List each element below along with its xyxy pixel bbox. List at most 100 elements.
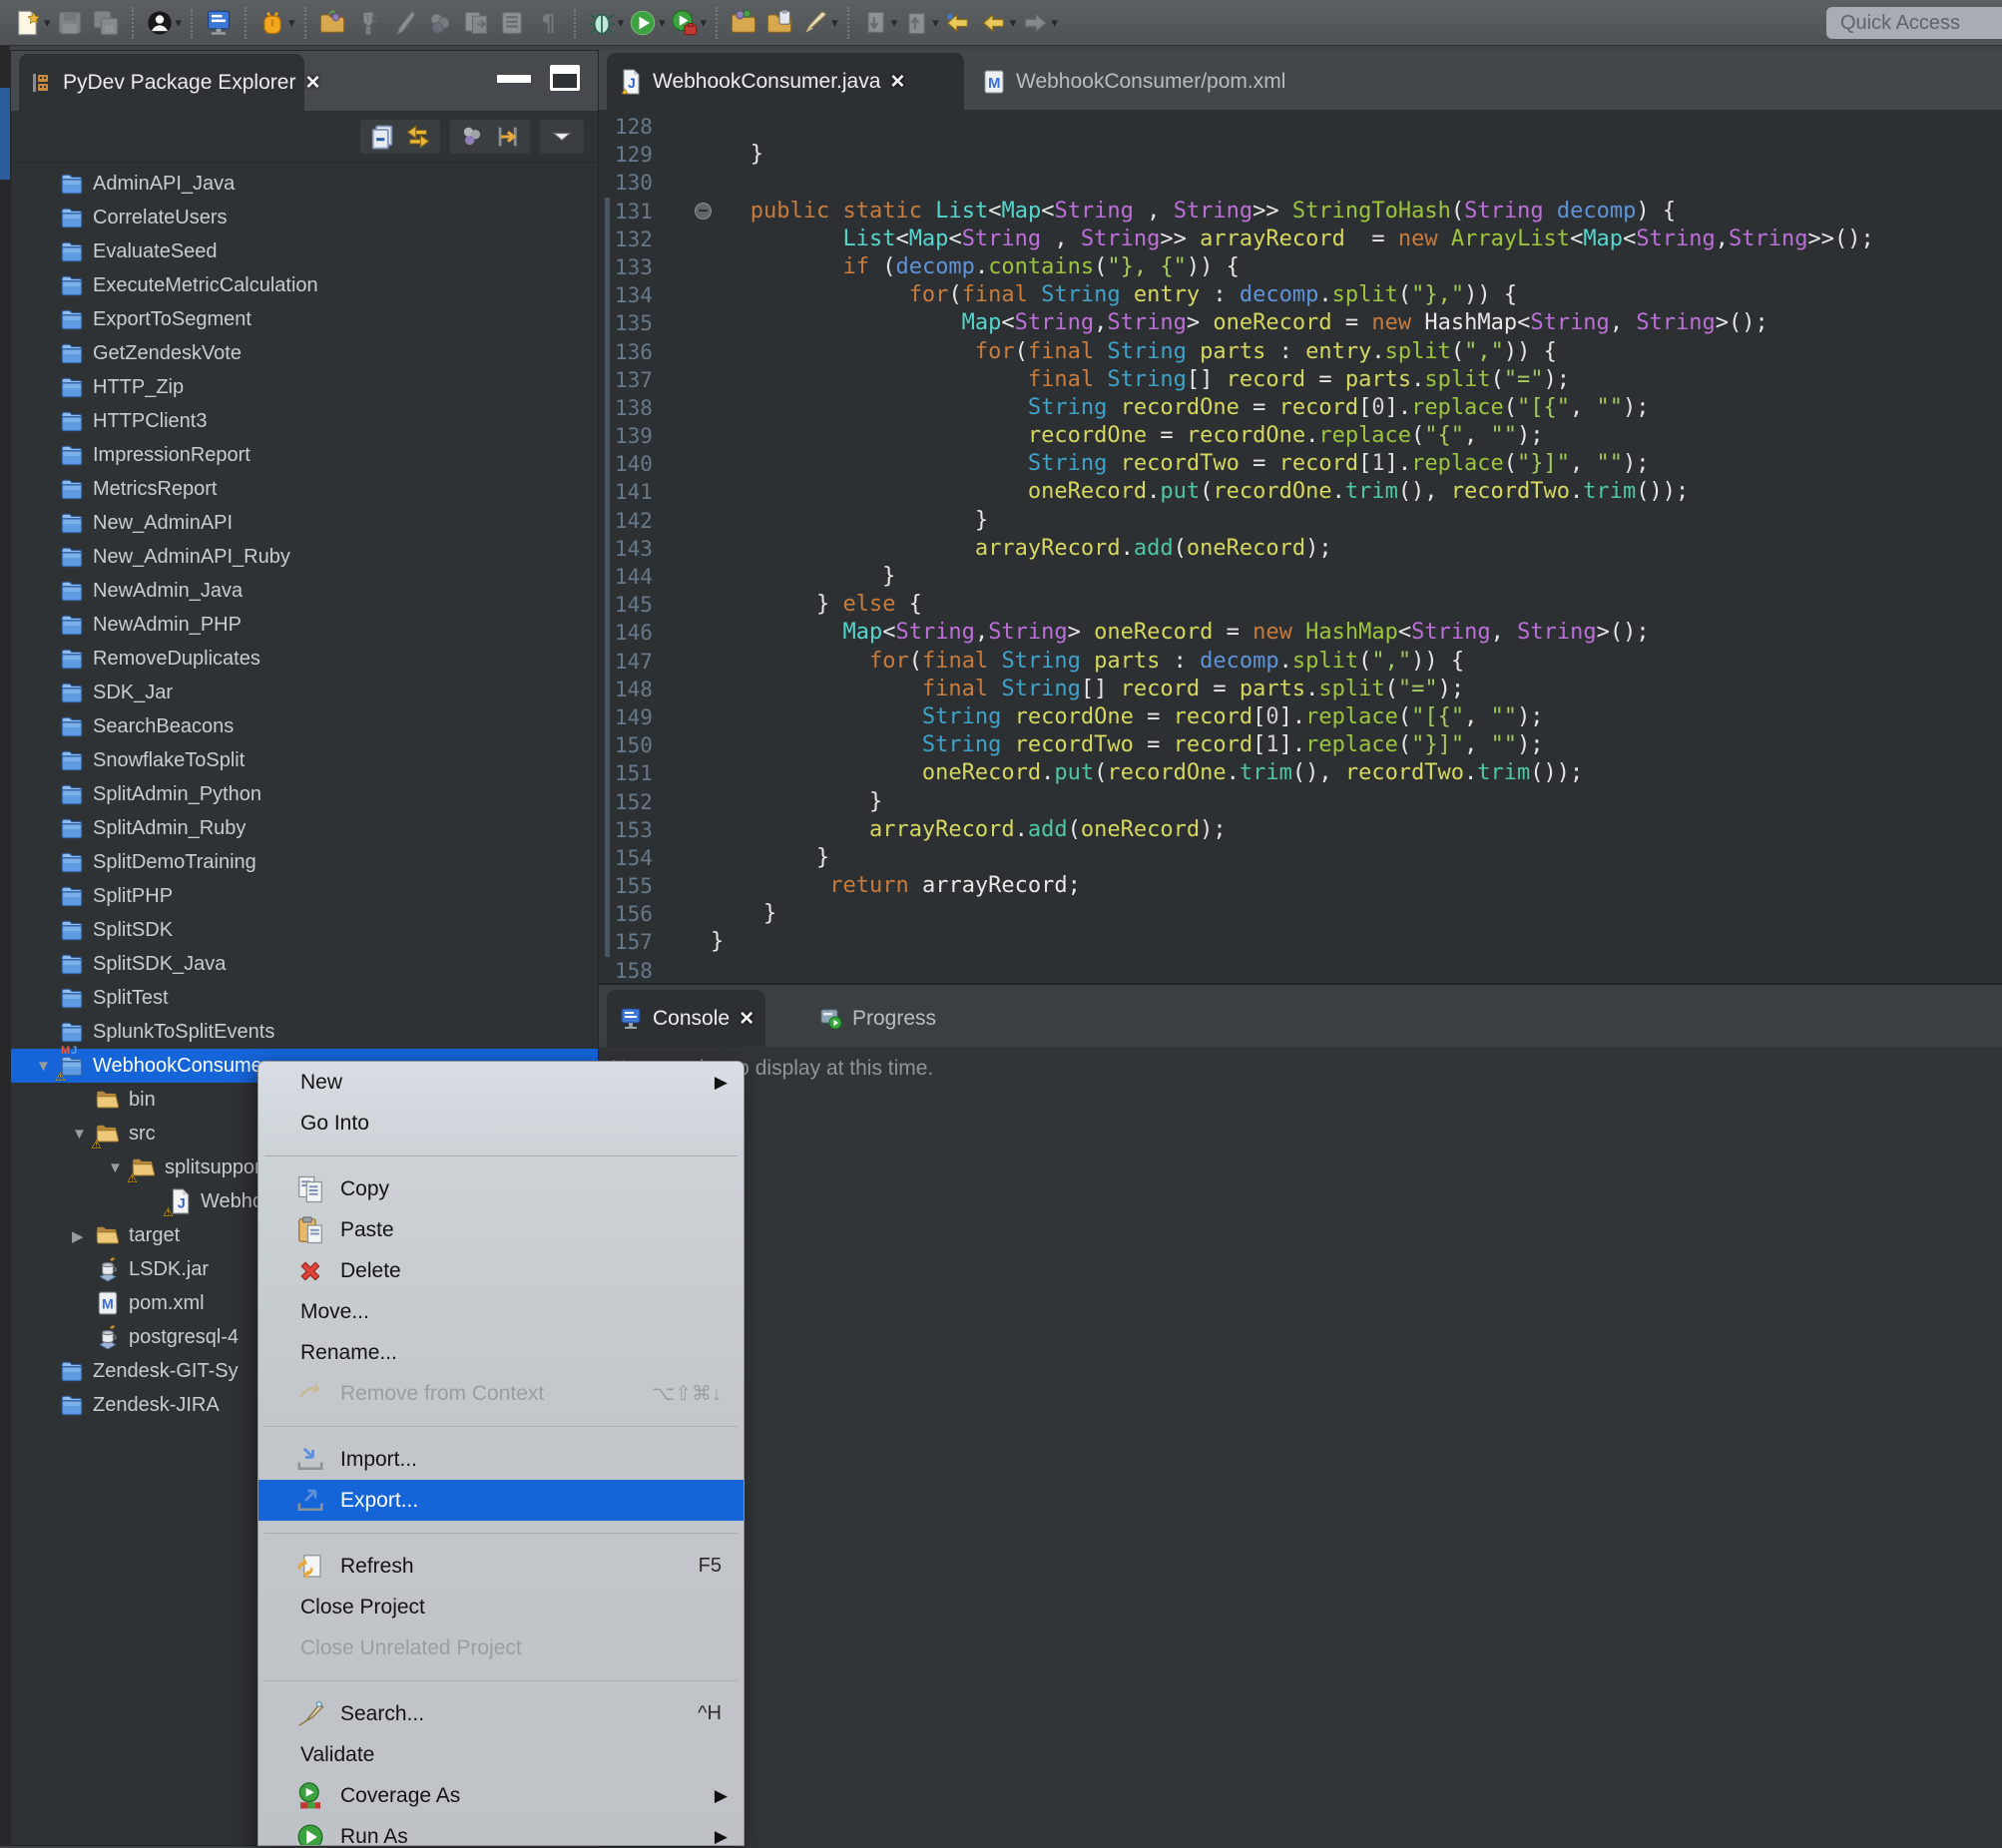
- menu-item-go-into[interactable]: Go Into: [258, 1103, 744, 1144]
- user-profile-icon[interactable]: [145, 8, 175, 38]
- tree-item-splitphp[interactable]: SplitPHP: [11, 879, 598, 913]
- tree-item-newadmin-php[interactable]: NewAdmin_PHP: [11, 608, 598, 642]
- run-icon[interactable]: [628, 8, 658, 38]
- tree-item-newadmin-java[interactable]: NewAdmin_Java: [11, 574, 598, 608]
- ofolder-icon: [95, 1087, 121, 1113]
- proj-icon: [59, 340, 85, 366]
- tree-item-splitsdk[interactable]: SplitSDK: [11, 913, 598, 947]
- link-with-editor-icon[interactable]: [403, 122, 433, 152]
- tree-item-splunktosplitevents[interactable]: SplunkToSplitEvents: [11, 1015, 598, 1049]
- split-tool-icon[interactable]: [257, 8, 287, 38]
- tab-progress[interactable]: Progress: [806, 990, 948, 1047]
- remote-console-icon[interactable]: [204, 8, 234, 38]
- menu-item-refresh[interactable]: RefreshF5: [258, 1546, 744, 1587]
- code-editor[interactable]: 128129 }130131 public static List<Map<St…: [599, 110, 2002, 983]
- user-profile-dropdown-icon[interactable]: ▾: [176, 15, 183, 31]
- menu-item-import[interactable]: Import...: [258, 1439, 744, 1480]
- tree-item-getzendeskvote[interactable]: GetZendeskVote: [11, 336, 598, 370]
- editor-tabstrip: J WebhookConsumer.java × M WebhookConsum…: [599, 50, 2002, 110]
- tree-item-snowflaketosplit[interactable]: SnowflakeToSplit: [11, 743, 598, 777]
- new-wizard-dropdown-icon[interactable]: ▾: [44, 15, 51, 31]
- tree-item-splittest[interactable]: SplitTest: [11, 981, 598, 1015]
- tree-item-adminapi-java[interactable]: AdminAPI_Java: [11, 167, 598, 201]
- menu-item-move[interactable]: Move...: [258, 1291, 744, 1332]
- collapse-arrow-icon[interactable]: ▼: [72, 1126, 87, 1143]
- code-line-133: 133 if (decomp.contains("}, {")) {: [599, 253, 2002, 281]
- last-edit-location-icon[interactable]: [943, 8, 973, 38]
- tab-webhookconsumer-java[interactable]: J WebhookConsumer.java ×: [607, 53, 964, 110]
- tree-item-splitadmin-python[interactable]: SplitAdmin_Python: [11, 777, 598, 811]
- collapse-arrow-icon[interactable]: ▼: [108, 1159, 123, 1176]
- tree-item-impressionreport[interactable]: ImpressionReport: [11, 438, 598, 472]
- tree-item-splitsdk-java[interactable]: SplitSDK_Java: [11, 947, 598, 981]
- menu-item-validate[interactable]: Validate: [258, 1734, 744, 1775]
- explorer-title: PyDev Package Explorer: [63, 71, 295, 95]
- tree-item-new-adminapi[interactable]: New_AdminAPI: [11, 506, 598, 540]
- tree-item-removeduplicates[interactable]: RemoveDuplicates: [11, 642, 598, 676]
- back-history-icon[interactable]: [979, 8, 1009, 38]
- tree-item-searchbeacons[interactable]: SearchBeacons: [11, 709, 598, 743]
- tree-item-sdk-jar[interactable]: SDK_Jar: [11, 676, 598, 709]
- menu-item-search[interactable]: Search...^H: [258, 1693, 744, 1734]
- mark-occurrences-icon[interactable]: [800, 8, 830, 38]
- debug-icon[interactable]: [587, 8, 617, 38]
- tree-item-label: SearchBeacons: [93, 715, 234, 738]
- open-task-icon[interactable]: [764, 8, 794, 38]
- line-number: 134: [599, 281, 691, 309]
- forward-history-dropdown-icon[interactable]: ▾: [1051, 15, 1058, 31]
- close-explorer-icon[interactable]: ×: [305, 71, 319, 95]
- menu-item-export[interactable]: Export...: [258, 1480, 744, 1521]
- tab-pydev-package-explorer[interactable]: PyDev Package Explorer ×: [19, 54, 304, 111]
- tab-console[interactable]: Console ×: [607, 990, 765, 1047]
- new-wizard-icon[interactable]: [13, 8, 43, 38]
- filters-icon[interactable]: [493, 122, 523, 152]
- open-run-config-icon[interactable]: [729, 8, 758, 38]
- menu-item-delete[interactable]: Delete: [258, 1250, 744, 1291]
- close-tab-icon[interactable]: ×: [890, 70, 904, 94]
- menu-item-close-project[interactable]: Close Project: [258, 1587, 744, 1627]
- tree-item-splitdemotraining[interactable]: SplitDemoTraining: [11, 845, 598, 879]
- collapse-arrow-icon[interactable]: ▼: [36, 1058, 51, 1075]
- menu-item-new[interactable]: New▶: [258, 1062, 744, 1103]
- tab-pom-xml[interactable]: M WebhookConsumer/pom.xml: [970, 53, 1261, 110]
- profile-dropdown-icon[interactable]: ▾: [701, 15, 708, 31]
- proj-icon: [59, 510, 85, 536]
- next-annotation-dropdown-icon[interactable]: ▾: [891, 15, 898, 31]
- menu-item-paste[interactable]: Paste: [258, 1209, 744, 1250]
- tree-item-httpclient3[interactable]: HTTPClient3: [11, 404, 598, 438]
- code-line-144: 144 }: [599, 563, 2002, 591]
- remove-icon: [294, 1378, 326, 1410]
- view-menu-icon[interactable]: [547, 122, 577, 152]
- coverage-icon: [294, 1780, 326, 1812]
- debug-dropdown-icon[interactable]: ▾: [618, 15, 625, 31]
- collapse-all-icon[interactable]: [367, 122, 397, 152]
- line-annotation-marker[interactable]: [695, 203, 712, 220]
- expand-arrow-icon[interactable]: ▶: [72, 1227, 84, 1245]
- menu-item-copy[interactable]: Copy: [258, 1168, 744, 1209]
- tree-item-evaluateseed[interactable]: EvaluateSeed: [11, 234, 598, 268]
- back-history-dropdown-icon[interactable]: ▾: [1010, 15, 1017, 31]
- mark-occurrences-dropdown-icon[interactable]: ▾: [831, 15, 838, 31]
- tree-item-correlateusers[interactable]: CorrelateUsers: [11, 201, 598, 234]
- maximize-panel-button[interactable]: [550, 65, 580, 91]
- profile-icon[interactable]: [670, 8, 700, 38]
- code-line-131: 131 public static List<Map<String , Stri…: [599, 198, 2002, 226]
- menu-item-coverage-as[interactable]: Coverage As▶: [258, 1775, 744, 1816]
- tree-item-exporttosegment[interactable]: ExportToSegment: [11, 302, 598, 336]
- split-tool-dropdown-icon[interactable]: ▾: [288, 15, 295, 31]
- tree-item-http-zip[interactable]: HTTP_Zip: [11, 370, 598, 404]
- tree-item-metricsreport[interactable]: MetricsReport: [11, 472, 598, 506]
- run-dropdown-icon[interactable]: ▾: [659, 15, 666, 31]
- menu-item-run-as[interactable]: Run As▶: [258, 1816, 744, 1846]
- tree-item-executemetriccalculation[interactable]: ExecuteMetricCalculation: [11, 268, 598, 302]
- open-resource-folder-icon[interactable]: [317, 8, 347, 38]
- prev-annotation-dropdown-icon[interactable]: ▾: [932, 15, 939, 31]
- tree-item-splitadmin-ruby[interactable]: SplitAdmin_Ruby: [11, 811, 598, 845]
- customize-view-icon[interactable]: [457, 122, 487, 152]
- menu-item-rename[interactable]: Rename...: [258, 1332, 744, 1373]
- close-console-icon[interactable]: ×: [740, 1007, 753, 1031]
- tree-item-label: SnowflakeToSplit: [93, 749, 245, 772]
- tree-item-new-adminapi-ruby[interactable]: New_AdminAPI_Ruby: [11, 540, 598, 574]
- quick-access-input[interactable]: Quick Access: [1826, 7, 2002, 39]
- minimize-panel-button[interactable]: [497, 75, 531, 83]
